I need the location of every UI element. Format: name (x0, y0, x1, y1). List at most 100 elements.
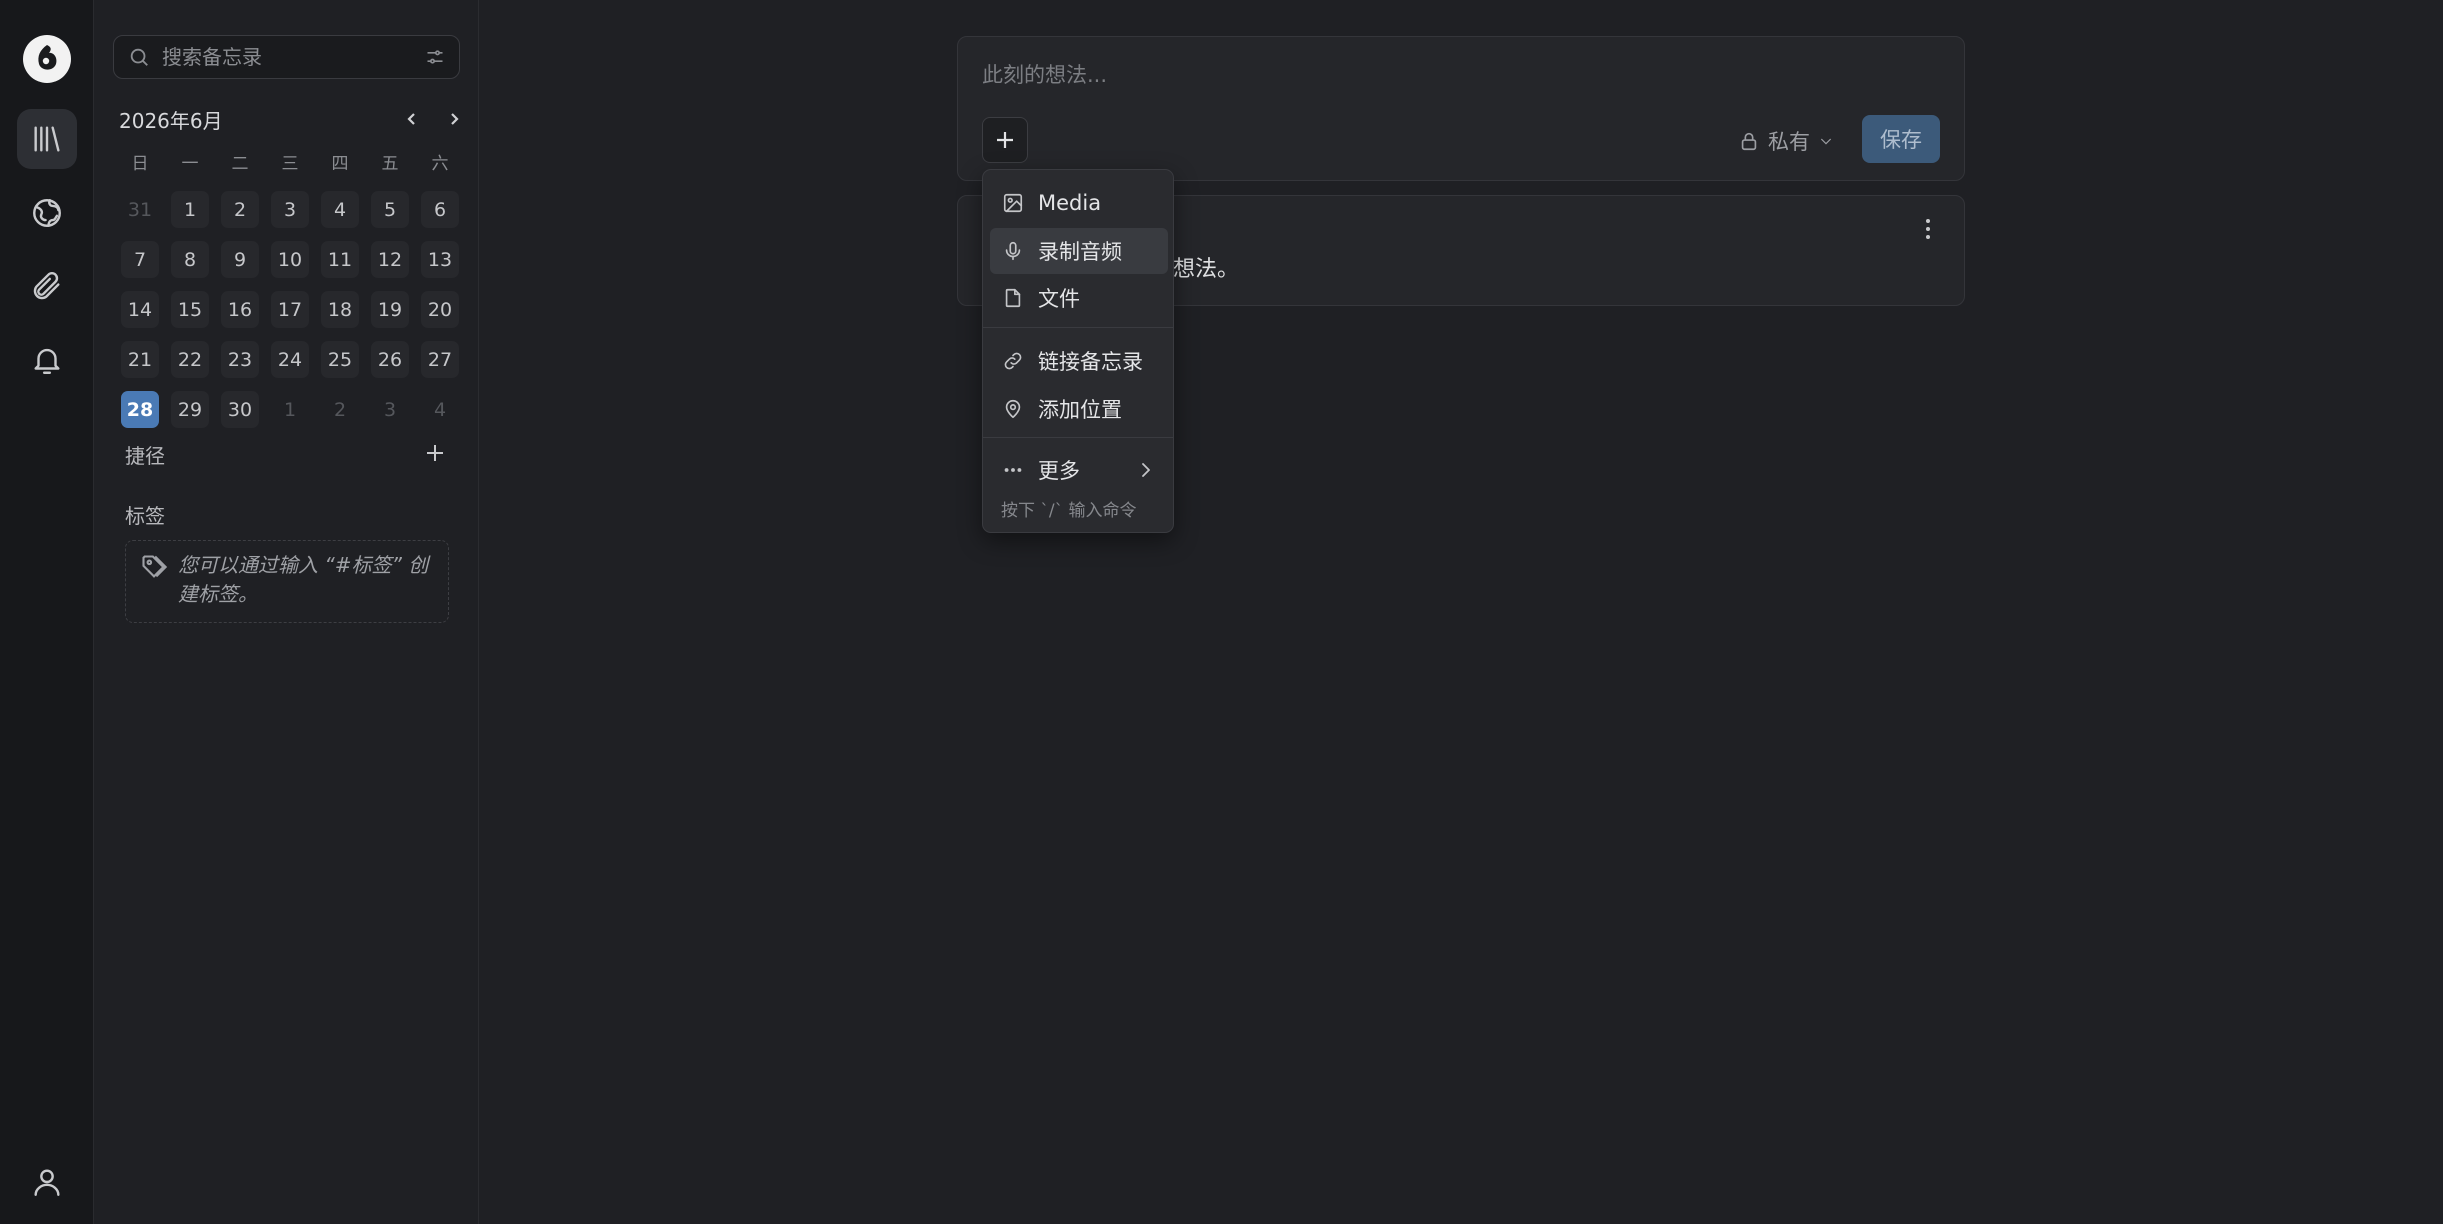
add-shortcut-button[interactable] (424, 442, 446, 464)
calendar-weekday: 日 (131, 154, 149, 174)
slash-command-hint: 按下 `/` 输入命令 (1001, 501, 1137, 521)
menu-item-more[interactable]: 更多 (990, 447, 1168, 493)
calendar-day[interactable]: 29 (171, 391, 209, 428)
microphone-icon (1005, 241, 1021, 261)
calendar-day[interactable]: 4 (421, 391, 459, 428)
calendar-day[interactable]: 16 (221, 291, 259, 328)
search-input[interactable] (162, 45, 425, 69)
chevron-right-icon (451, 113, 459, 125)
link-icon (1004, 352, 1022, 370)
calendar-day[interactable]: 13 (421, 241, 459, 278)
calendar-next-button[interactable] (444, 109, 464, 129)
calendar-day[interactable]: 30 (221, 391, 259, 428)
shortcuts-label: 捷径 (125, 444, 165, 468)
menu-item-label: 添加位置 (1038, 398, 1122, 422)
calendar-day[interactable]: 3 (271, 191, 309, 228)
calendar-day[interactable]: 23 (221, 341, 259, 378)
calendar-day[interactable]: 4 (321, 191, 359, 228)
memo-content: 想法。 (1173, 257, 1240, 282)
calendar-day[interactable]: 27 (421, 341, 459, 378)
calendar-month-title: 2026年6月 (119, 108, 223, 133)
calendar-day[interactable]: 9 (221, 241, 259, 278)
menu-item-record-audio[interactable]: 录制音频 (990, 228, 1168, 274)
tags-hint-text: 您可以通过输入 “#标签” 创建标签。 (178, 553, 429, 606)
menu-item-file[interactable]: 文件 (990, 275, 1168, 321)
calendar-day-today[interactable]: 28 (121, 391, 159, 428)
more-dots-icon (1004, 468, 1022, 472)
tag-icon (142, 555, 168, 578)
menu-item-add-location[interactable]: 添加位置 (990, 386, 1168, 432)
calendar-day[interactable]: 15 (171, 291, 209, 328)
calendar-weekday: 三 (281, 154, 299, 174)
menu-item-label: 录制音频 (1038, 240, 1122, 264)
calendar-weekday: 二 (231, 154, 249, 174)
sidebar: 2026年6月 日一二三四五六3112345678910111213141516… (95, 0, 479, 1224)
chevron-right-icon (1142, 463, 1150, 477)
calendar-day[interactable]: 2 (321, 391, 359, 428)
visibility-select[interactable]: 私有 (1738, 123, 1834, 159)
calendar-day[interactable]: 25 (321, 341, 359, 378)
nav-rail (0, 0, 94, 1224)
calendar-header: 2026年6月 (119, 104, 464, 134)
calendar-day[interactable]: 3 (371, 391, 409, 428)
calendar-day[interactable]: 21 (121, 341, 159, 378)
calendar-day[interactable]: 1 (271, 391, 309, 428)
calendar-day[interactable]: 11 (321, 241, 359, 278)
calendar-day[interactable]: 20 (421, 291, 459, 328)
globe-icon (33, 199, 61, 227)
memo-more-button[interactable] (1918, 214, 1938, 244)
calendar-day[interactable]: 18 (321, 291, 359, 328)
calendar-day[interactable]: 6 (421, 191, 459, 228)
plus-icon (997, 132, 1013, 148)
tags-empty-hint: 您可以通过输入 “#标签” 创建标签。 (125, 540, 449, 623)
nav-user-button[interactable] (17, 1152, 77, 1212)
menu-item-media[interactable]: Media (990, 180, 1168, 226)
calendar-day[interactable]: 10 (271, 241, 309, 278)
editor-input[interactable]: 此刻的想法... (982, 59, 1107, 89)
save-button[interactable]: 保存 (1862, 115, 1940, 163)
menu-item-label: Media (1038, 191, 1102, 215)
calendar-day[interactable]: 19 (371, 291, 409, 328)
menu-item-label: 链接备忘录 (1038, 350, 1143, 374)
calendar-day[interactable]: 7 (121, 241, 159, 278)
chevron-down-icon (1820, 138, 1832, 145)
logo-icon (29, 41, 65, 77)
chevron-left-icon (407, 113, 415, 125)
file-icon (1005, 288, 1021, 308)
menu-item-link-memo[interactable]: 链接备忘录 (990, 338, 1168, 384)
nav-memos-button[interactable] (17, 109, 77, 169)
calendar-prev-button[interactable] (402, 109, 422, 129)
visibility-value: 私有 (1768, 130, 1810, 154)
lock-icon (1741, 132, 1757, 151)
memo-editor: 此刻的想法... 私有 保存 (957, 36, 1965, 181)
calendar-weekday: 四 (331, 154, 349, 174)
menu-divider (983, 437, 1173, 438)
filter-settings-icon[interactable] (425, 47, 445, 67)
insert-menu-button[interactable] (982, 117, 1028, 163)
search-icon (130, 48, 148, 66)
calendar-day[interactable]: 8 (171, 241, 209, 278)
calendar-day[interactable]: 26 (371, 341, 409, 378)
calendar-day[interactable]: 1 (171, 191, 209, 228)
menu-divider (983, 327, 1173, 328)
calendar-weekday: 一 (181, 154, 199, 174)
calendar-day[interactable]: 2 (221, 191, 259, 228)
calendar-day[interactable]: 22 (171, 341, 209, 378)
calendar-day[interactable]: 17 (271, 291, 309, 328)
plus-icon (427, 445, 443, 461)
calendar-day[interactable]: 24 (271, 341, 309, 378)
app-logo[interactable] (23, 35, 71, 83)
calendar-day[interactable]: 31 (121, 191, 159, 228)
nav-attachments-button[interactable] (17, 256, 77, 316)
image-icon (1003, 193, 1023, 213)
insert-menu: Media 录制音频 文件 链接备忘录 添加位置 更多 按下 `/` 输入命令 (982, 169, 1174, 533)
calendar-weekday: 六 (431, 154, 449, 174)
search-box (113, 35, 460, 79)
nav-explore-button[interactable] (17, 183, 77, 243)
library-icon (34, 126, 60, 152)
calendar-day[interactable]: 5 (371, 191, 409, 228)
calendar-day[interactable]: 12 (371, 241, 409, 278)
nav-notifications-button[interactable] (17, 330, 77, 390)
calendar-day[interactable]: 14 (121, 291, 159, 328)
more-vertical-icon (1926, 219, 1930, 223)
